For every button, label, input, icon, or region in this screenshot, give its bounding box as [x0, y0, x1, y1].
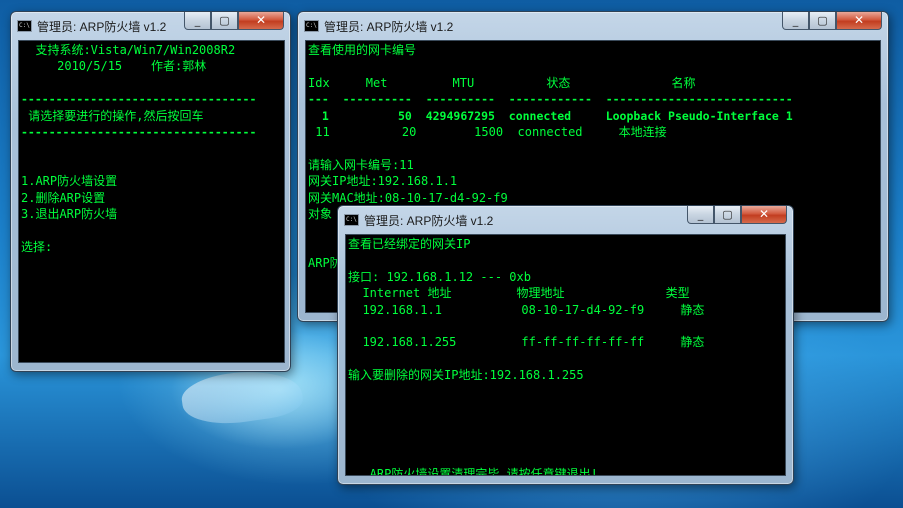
console-line: 选择:: [21, 239, 53, 254]
console-line: 1.ARP防火墙设置: [21, 174, 118, 189]
console-line: 请输入网卡编号:11: [308, 157, 414, 172]
minimize-icon: _: [194, 14, 201, 27]
maximize-icon: ▢: [219, 14, 230, 27]
console-output[interactable]: 查看已经绑定的网关IP 接口: 192.168.1.12 --- 0xb Inte…: [345, 234, 786, 476]
console-line: 查看使用的网卡编号: [308, 43, 417, 57]
console-line: 192.168.1.255 ff-ff-ff-ff-ff-ff 静态: [348, 335, 705, 350]
maximize-button[interactable]: ▢: [714, 206, 741, 224]
maximize-button[interactable]: ▢: [809, 12, 836, 30]
console-line: 对象: [308, 207, 333, 221]
minimize-button[interactable]: _: [687, 206, 714, 224]
console-line: 192.168.1.1 08-10-17-d4-92-f9 静态: [348, 302, 705, 317]
console-line: Idx Met MTU 状态 名称: [308, 75, 696, 90]
console-line: 网关IP地址:192.168.1.1: [308, 174, 458, 189]
console-line: 接口: 192.168.1.12 --- 0xb: [348, 269, 531, 284]
console-line: --- ---------- ---------- ------------ -…: [308, 92, 793, 107]
console-line: Internet 地址 物理地址 类型: [348, 286, 690, 301]
console-line: 3.退出ARP防火墙: [21, 207, 118, 221]
close-button[interactable]: ✕: [741, 206, 787, 224]
minimize-icon: _: [792, 14, 799, 27]
console-line: 请选择要进行的操作,然后按回车: [21, 108, 204, 123]
console-line: 查看已经绑定的网关IP: [348, 237, 471, 251]
console-output[interactable]: 支持系统:Vista/Win7/Win2008R2 2010/5/15 作者:郭…: [18, 40, 285, 363]
cmd-icon: C:\: [304, 20, 319, 32]
cmd-icon: C:\: [344, 214, 359, 226]
minimize-icon: _: [697, 208, 704, 221]
console-line: ----------------------------------: [21, 92, 257, 107]
maximize-icon: ▢: [817, 14, 828, 27]
console-line: 2.删除ARP设置: [21, 190, 106, 205]
window-title-bar[interactable]: C:\ 管理员: ARP防火墙 v1.2 _ ▢ ✕: [298, 12, 888, 40]
console-line: 支持系统:Vista/Win7/Win2008R2: [21, 43, 236, 57]
console-window-bindings[interactable]: C:\ 管理员: ARP防火墙 v1.2 _ ▢ ✕ 查看已经绑定的网关IP 接口…: [337, 205, 794, 485]
console-line: ARP防火墙设置清理完毕,请按任意键退出!: [348, 466, 598, 476]
maximize-button[interactable]: ▢: [211, 12, 238, 30]
console-line: 2010/5/15 作者:郭林: [21, 59, 207, 74]
close-button[interactable]: ✕: [238, 12, 284, 30]
window-title: 管理员: ARP防火墙 v1.2: [37, 20, 167, 34]
close-icon: ✕: [853, 13, 865, 27]
close-button[interactable]: ✕: [836, 12, 882, 30]
close-icon: ✕: [758, 207, 770, 221]
window-title-bar[interactable]: C:\ 管理员: ARP防火墙 v1.2 _ ▢ ✕: [11, 12, 290, 40]
cmd-icon: C:\: [17, 20, 32, 32]
console-line: 1 50 4294967295 connected Loopback Pseud…: [308, 108, 793, 123]
console-window-menu[interactable]: C:\ 管理员: ARP防火墙 v1.2 _ ▢ ✕ 支持系统:Vista/Wi…: [10, 11, 291, 372]
minimize-button[interactable]: _: [184, 12, 211, 30]
console-line: ----------------------------------: [21, 125, 257, 139]
window-title: 管理员: ARP防火墙 v1.2: [364, 214, 494, 228]
console-line: 11 20 1500 connected 本地连接: [308, 125, 667, 139]
maximize-icon: ▢: [722, 208, 733, 221]
close-icon: ✕: [255, 13, 267, 27]
window-title: 管理员: ARP防火墙 v1.2: [324, 20, 454, 34]
window-title-bar[interactable]: C:\ 管理员: ARP防火墙 v1.2 _ ▢ ✕: [338, 206, 793, 234]
console-line: 网关MAC地址:08-10-17-d4-92-f9: [308, 190, 508, 205]
minimize-button[interactable]: _: [782, 12, 809, 30]
console-line: 输入要删除的网关IP地址:192.168.1.255: [348, 368, 584, 383]
